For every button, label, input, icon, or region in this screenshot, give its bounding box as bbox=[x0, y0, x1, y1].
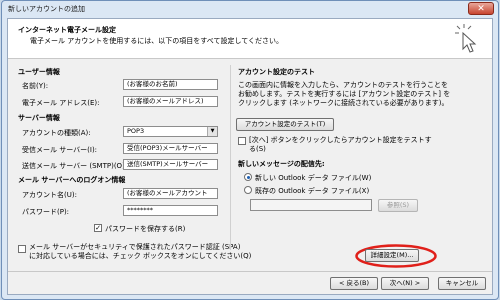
password-field[interactable]: ******** bbox=[123, 205, 218, 216]
test-heading: アカウント設定のテスト bbox=[238, 68, 315, 76]
password-label: パスワード(P): bbox=[22, 208, 70, 216]
footer-divider bbox=[8, 271, 492, 272]
next-button[interactable]: 次へ(N) > bbox=[381, 277, 429, 290]
server-info-heading: サーバー情報 bbox=[18, 114, 60, 122]
cancel-button[interactable]: キャンセル bbox=[438, 277, 486, 290]
dialog-window: 新しいアカウントの追加 ✕ インターネット電子メール設定 電子メール アカウント… bbox=[1, 0, 499, 300]
title-bar[interactable]: 新しいアカウントの追加 ✕ bbox=[2, 1, 498, 17]
outgoing-server-label: 送信メール サーバー (SMTP)(O): bbox=[22, 162, 128, 170]
spa-label-line2: に対応している場合には、チェック ボックスをオンにしてください(Q) bbox=[29, 252, 252, 260]
account-type-value: POP3 bbox=[127, 127, 145, 135]
email-label: 電子メール アドレス(E): bbox=[22, 99, 100, 107]
existing-data-file-radio[interactable] bbox=[244, 186, 252, 194]
column-divider bbox=[230, 65, 231, 250]
spa-checkbox[interactable] bbox=[18, 245, 26, 253]
close-button[interactable]: ✕ bbox=[468, 2, 494, 15]
data-file-path-field[interactable] bbox=[250, 199, 372, 211]
delivery-heading: 新しいメッセージの配信先: bbox=[238, 160, 325, 168]
remember-password-label: パスワードを保存する(R) bbox=[105, 225, 186, 233]
account-type-select[interactable]: POP3 ▼ bbox=[123, 126, 218, 137]
header-subtitle: 電子メール アカウントを使用するには、以下の項目をすべて設定してください。 bbox=[30, 37, 284, 45]
user-info-heading: ユーザー情報 bbox=[18, 68, 60, 76]
login-info-heading: メール サーバーへのログオン情報 bbox=[18, 176, 126, 184]
existing-data-file-label: 既存の Outlook データ ファイル(X) bbox=[255, 187, 370, 195]
test-on-next-label-line1: [次へ] ボタンをクリックしたらアカウント設定をテストす bbox=[249, 136, 432, 144]
account-name-label: アカウント名(U): bbox=[22, 191, 77, 199]
test-desc-line3: クリックします (ネットワークに接続されている必要があります)。 bbox=[238, 99, 449, 107]
close-icon: ✕ bbox=[477, 4, 485, 14]
more-settings-button[interactable]: 詳細設定(M)... bbox=[365, 249, 419, 262]
back-button[interactable]: < 戻る(B) bbox=[330, 277, 378, 290]
dialog-body: インターネット電子メール設定 電子メール アカウントを使用するには、以下の項目を… bbox=[7, 18, 493, 295]
test-on-next-label-line2: る(S) bbox=[249, 145, 266, 153]
remember-password-checkbox[interactable]: ✓ bbox=[94, 224, 102, 232]
cursor-click-icon bbox=[455, 24, 477, 53]
header-title: インターネット電子メール設定 bbox=[18, 26, 116, 34]
test-account-button[interactable]: アカウント設定のテスト(T) bbox=[236, 118, 334, 131]
name-field[interactable]: (お客様のお名前) bbox=[123, 79, 218, 90]
account-name-field[interactable]: (お客様のメールアカウント bbox=[123, 188, 218, 199]
window-title: 新しいアカウントの追加 bbox=[8, 5, 85, 13]
test-on-next-checkbox[interactable] bbox=[238, 137, 246, 145]
incoming-server-label: 受信メール サーバー(I): bbox=[22, 146, 98, 154]
new-data-file-label: 新しい Outlook データ ファイル(W) bbox=[255, 174, 372, 182]
outgoing-server-field[interactable]: 送信(SMTP)メールサーバー bbox=[123, 159, 218, 170]
spa-label-line1: メール サーバーがセキュリティで保護されたパスワード認証 (SPA) bbox=[29, 243, 241, 251]
test-desc-line1: この画面内に情報を入力したら、アカウントのテストを行うことを bbox=[238, 81, 448, 89]
chevron-down-icon[interactable]: ▼ bbox=[207, 127, 217, 136]
account-type-label: アカウントの種類(A): bbox=[22, 129, 91, 137]
dialog-header: インターネット電子メール設定 電子メール アカウントを使用するには、以下の項目を… bbox=[8, 19, 492, 59]
incoming-server-field[interactable]: 受信(POP3)メールサーバー bbox=[123, 143, 218, 154]
new-data-file-radio[interactable] bbox=[244, 173, 252, 181]
name-label: 名前(Y): bbox=[22, 82, 49, 90]
test-desc-line2: お勧めします。テストを実行するには [アカウント設定のテスト] を bbox=[238, 90, 451, 98]
email-field[interactable]: (お客様のメールアドレス) bbox=[123, 96, 218, 107]
browse-button[interactable]: 参照(S) bbox=[378, 199, 418, 212]
